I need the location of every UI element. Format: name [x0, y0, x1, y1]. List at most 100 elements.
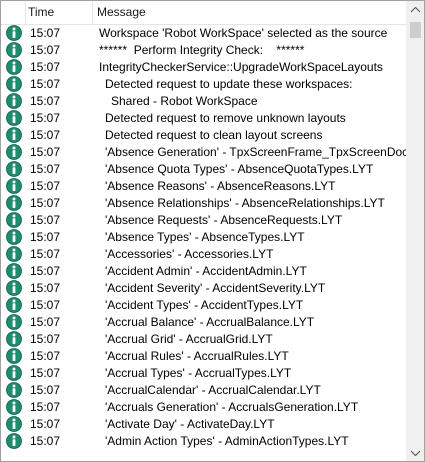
log-time: 15:07: [30, 77, 61, 91]
log-message: IntegrityCheckerService::UpgradeWorkSpac…: [99, 60, 383, 74]
log-message: 'Accrual Rules' - AccrualRules.LYT: [105, 349, 289, 363]
info-icon: [6, 331, 22, 347]
log-message: 'Accessories' - Accessories.LYT: [105, 247, 274, 261]
log-message: Shared - Robot WorkSpace: [111, 94, 258, 108]
log-time: 15:07: [30, 298, 61, 312]
log-row[interactable]: 15:07 'Absence Requests' - AbsenceRequest…: [1, 212, 406, 229]
log-time: 15:07: [30, 213, 61, 227]
log-time: 15:07: [30, 264, 61, 278]
log-time: 15:07: [30, 43, 61, 57]
log-time: 15:07: [30, 128, 61, 142]
log-message: 'Activate Day' - ActivateDay.LYT: [105, 417, 275, 431]
log-row[interactable]: 15:07 'Accruals Generation' - AccrualsGen…: [1, 399, 406, 416]
log-time: 15:07: [30, 281, 61, 295]
log-row[interactable]: 15:07 'Admin Action Types' - AdminActionT…: [1, 433, 406, 450]
log-message: 'AccrualCalendar' - AccrualCalendar.LYT: [105, 383, 321, 397]
time-column-label: Time: [28, 5, 55, 19]
log-row[interactable]: 15:07 ****** Perform Integrity Check: ***…: [1, 42, 406, 59]
log-message: Detected request to clean layout screens: [105, 128, 323, 142]
log-list: 15:07 Workspace 'Robot WorkSpace' selecte…: [1, 25, 406, 461]
info-icon: [6, 195, 22, 211]
info-icon: [6, 144, 22, 160]
message-column-label: Message: [97, 5, 146, 19]
log-row[interactable]: 15:07 'AccrualCalendar' - AccrualCalendar…: [1, 382, 406, 399]
info-icon: [6, 59, 22, 75]
log-row[interactable]: 15:07 'Accident Admin' - AccidentAdmin.LY…: [1, 263, 406, 280]
info-icon: [6, 76, 22, 92]
log-row[interactable]: 15:07 'Accident Severity' - AccidentSever…: [1, 280, 406, 297]
log-row[interactable]: 15:07 'Accessories' - Accessories.LYT: [1, 246, 406, 263]
log-time: 15:07: [30, 179, 61, 193]
log-row[interactable]: 15:07 Workspace 'Robot WorkSpace' selecte…: [1, 25, 406, 42]
vertical-scrollbar[interactable]: [406, 1, 424, 461]
log-time: 15:07: [30, 417, 61, 431]
log-time: 15:07: [30, 111, 61, 125]
info-icon: [6, 416, 22, 432]
log-time: 15:07: [30, 247, 61, 261]
info-icon: [6, 365, 22, 381]
log-panel: Time Message 15:07 Workspace 'Robot WorkS…: [0, 0, 425, 462]
log-message: 'Absence Types' - AbsenceTypes.LYT: [105, 230, 305, 244]
log-time: 15:07: [30, 26, 61, 40]
log-row[interactable]: 15:07 'Accrual Balance' - AccrualBalance.…: [1, 314, 406, 331]
info-icon: [6, 382, 22, 398]
log-row[interactable]: 15:07 'Activate Day' - ActivateDay.LYT: [1, 416, 406, 433]
info-icon: [6, 110, 22, 126]
info-icon: [6, 178, 22, 194]
log-row[interactable]: 15:07 Detected request to clean layout sc…: [1, 127, 406, 144]
log-message: 'Accrual Grid' - AccrualGrid.LYT: [105, 332, 273, 346]
log-time: 15:07: [30, 434, 61, 448]
log-row[interactable]: 15:07 Shared - Robot WorkSpace: [1, 93, 406, 110]
icon-column-header[interactable]: [1, 1, 26, 24]
log-row[interactable]: 15:07 'Absence Reasons' - AbsenceReasons.…: [1, 178, 406, 195]
log-message: Workspace 'Robot WorkSpace' selected as …: [99, 26, 388, 40]
log-row[interactable]: 15:07 IntegrityCheckerService::UpgradeWor…: [1, 59, 406, 76]
log-message: 'Absence Relationships' - AbsenceRelatio…: [105, 196, 385, 210]
log-message: Detected request to remove unknown layou…: [105, 111, 346, 125]
scrollbar-thumb[interactable]: [410, 22, 421, 38]
info-icon: [6, 42, 22, 58]
info-icon: [6, 348, 22, 364]
log-time: 15:07: [30, 383, 61, 397]
log-row[interactable]: 15:07 'Accident Types' - AccidentTypes.LY…: [1, 297, 406, 314]
info-icon: [6, 280, 22, 296]
info-icon: [6, 433, 22, 449]
log-message: 'Accident Types' - AccidentTypes.LYT: [105, 298, 304, 312]
log-row[interactable]: 15:07 'Absence Relationships' - AbsenceRe…: [1, 195, 406, 212]
log-time: 15:07: [30, 60, 61, 74]
log-time: 15:07: [30, 162, 61, 176]
log-message: Detected request to update these workspa…: [105, 77, 353, 91]
info-icon: [6, 93, 22, 109]
log-row[interactable]: 15:07 'Absence Quota Types' - AbsenceQuot…: [1, 161, 406, 178]
log-row[interactable]: 15:07 'Accrual Types' - AccrualTypes.LYT: [1, 365, 406, 382]
log-message: 'Accrual Balance' - AccrualBalance.LYT: [105, 315, 315, 329]
info-icon: [6, 399, 22, 415]
log-row[interactable]: 15:07 'Absence Generation' - TpxScreenFra…: [1, 144, 406, 161]
log-time: 15:07: [30, 315, 61, 329]
log-message: 'Absence Requests' - AbsenceRequests.LYT: [105, 213, 343, 227]
log-time: 15:07: [30, 145, 61, 159]
log-message: 'Absence Quota Types' - AbsenceQuotaType…: [105, 162, 374, 176]
log-row[interactable]: 15:07 'Accrual Rules' - AccrualRules.LYT: [1, 348, 406, 365]
log-time: 15:07: [30, 196, 61, 210]
log-message: 'Absence Reasons' - AbsenceReasons.LYT: [105, 179, 336, 193]
log-row[interactable]: 15:07 'Absence Types' - AbsenceTypes.LYT: [1, 229, 406, 246]
info-icon: [6, 161, 22, 177]
scroll-down-arrow-icon[interactable]: [407, 444, 424, 461]
log-message: 'Absence Generation' - TpxScreenFrame_Tp…: [105, 145, 406, 159]
time-column-header[interactable]: Time: [26, 1, 93, 24]
info-icon: [6, 25, 22, 41]
info-icon: [6, 212, 22, 228]
message-column-header[interactable]: Message: [93, 1, 406, 24]
column-header: Time Message: [1, 1, 406, 25]
info-icon: [6, 314, 22, 330]
info-icon: [6, 246, 22, 262]
log-message: 'Accident Admin' - AccidentAdmin.LYT: [105, 264, 307, 278]
log-row[interactable]: 15:07 'Accrual Grid' - AccrualGrid.LYT: [1, 331, 406, 348]
scroll-up-arrow-icon[interactable]: [407, 1, 424, 18]
info-icon: [6, 229, 22, 245]
log-time: 15:07: [30, 332, 61, 346]
log-message: 'Admin Action Types' - AdminActionTypes.…: [105, 434, 349, 448]
log-row[interactable]: 15:07 Detected request to remove unknown …: [1, 110, 406, 127]
log-row[interactable]: 15:07 Detected request to update these wo…: [1, 76, 406, 93]
